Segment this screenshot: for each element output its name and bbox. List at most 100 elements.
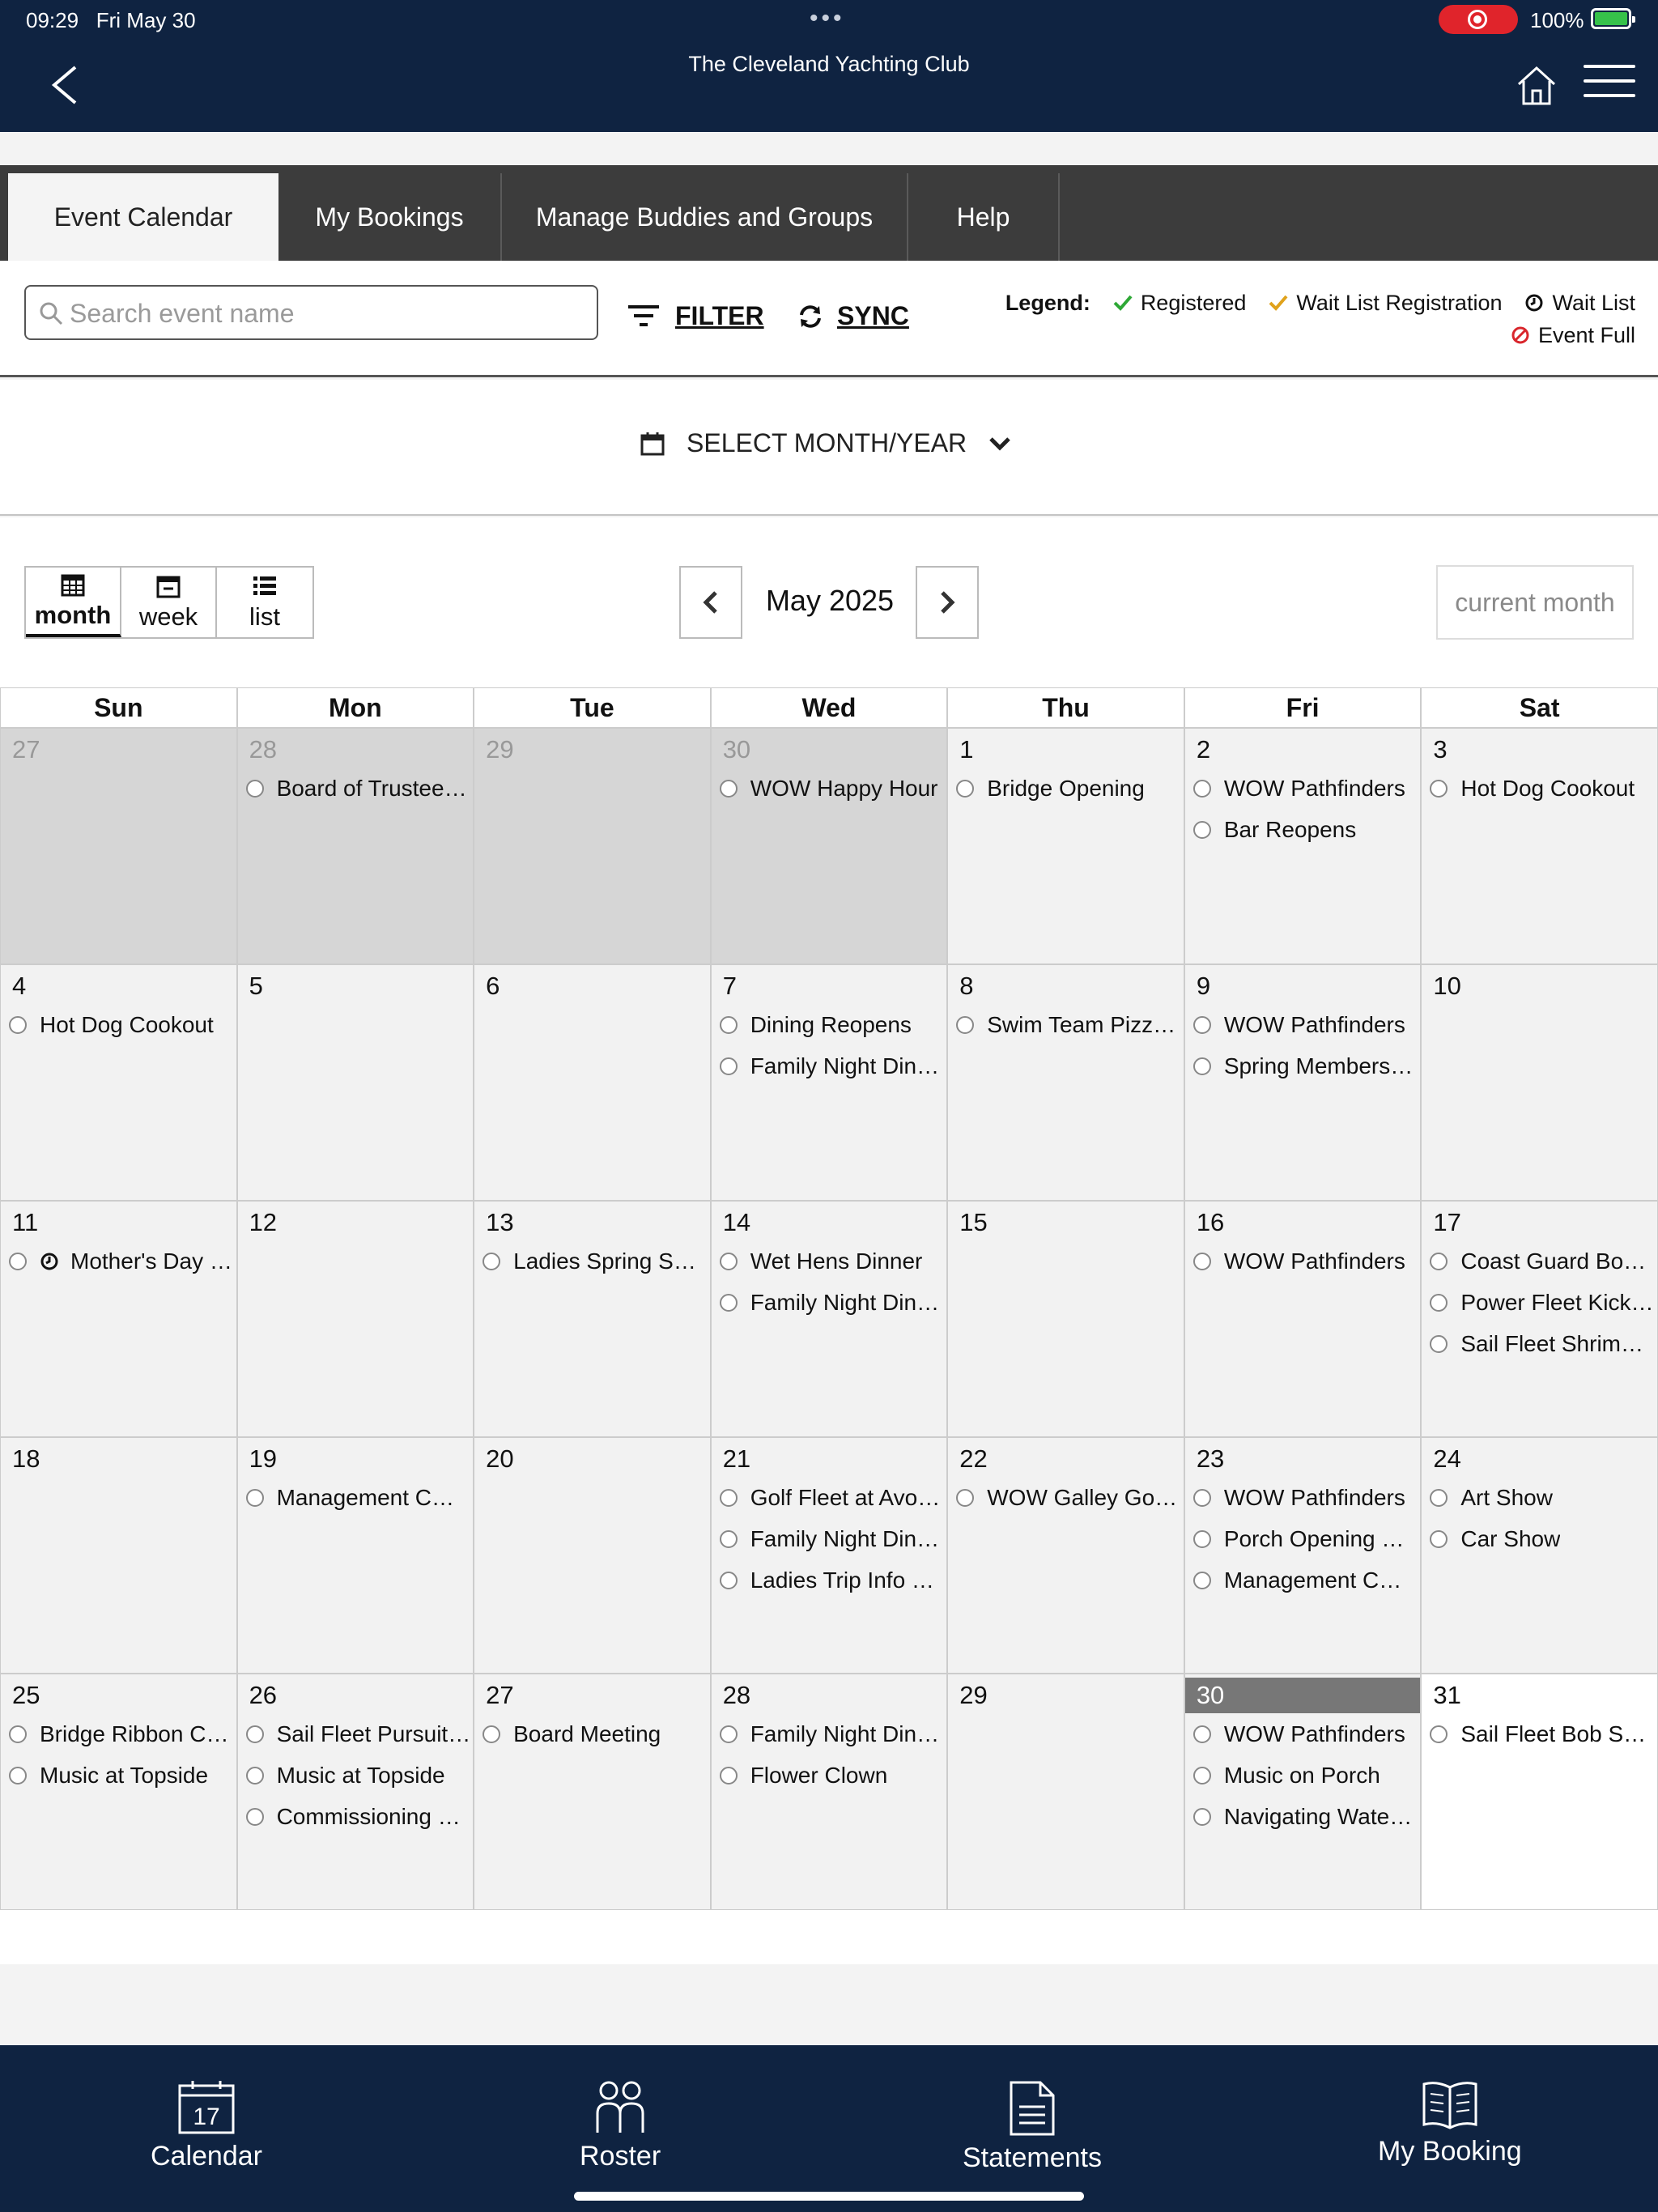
- calendar-day-cell[interactable]: 6: [474, 964, 711, 1201]
- calendar-day-cell[interactable]: 31 Sail Fleet Bob Schmidt: [1421, 1674, 1658, 1910]
- view-week-button[interactable]: week: [121, 568, 217, 637]
- calendar-day-cell[interactable]: 29: [947, 1674, 1184, 1910]
- calendar-day-cell[interactable]: 7 Dining Reopens Family Night Dinner: [710, 964, 948, 1201]
- calendar-event[interactable]: Bridge Opening: [948, 768, 1184, 809]
- calendar-day-cell[interactable]: 20: [474, 1437, 711, 1674]
- bottom-nav-calendar[interactable]: 17 Calendar: [151, 2079, 262, 2172]
- calendar-event[interactable]: Bar Reopens: [1185, 809, 1421, 850]
- home-button[interactable]: [1514, 63, 1559, 108]
- calendar-day-cell[interactable]: 12: [236, 1201, 474, 1437]
- calendar-day-cell[interactable]: 1 Bridge Opening: [947, 728, 1184, 964]
- calendar-day-cell[interactable]: 28 Family Night Dinner Flower Clown: [710, 1674, 948, 1910]
- calendar-day-cell[interactable]: 10: [1421, 964, 1658, 1201]
- calendar-event[interactable]: Sail Fleet Shrimp Boil: [1422, 1323, 1657, 1364]
- month-year-select[interactable]: SELECT MONTH/YEAR: [640, 428, 1012, 458]
- calendar-day-cell[interactable]: 30 WOW Pathfinders Music on Porch Navigatin…: [1184, 1674, 1422, 1910]
- calendar-day-cell[interactable]: 18: [0, 1437, 237, 1674]
- calendar-event[interactable]: Management Cmte Meeting: [1185, 1559, 1421, 1601]
- calendar-event[interactable]: Ladies Spring Social: [474, 1240, 710, 1282]
- calendar-event[interactable]: Hot Dog Cookout: [1422, 768, 1657, 809]
- calendar-day-cell[interactable]: 4 Hot Dog Cookout: [0, 964, 237, 1201]
- calendar-event[interactable]: Golf Fleet at Avon Oaks: [712, 1477, 947, 1518]
- calendar-event[interactable]: Car Show: [1422, 1518, 1657, 1559]
- current-month-button[interactable]: current month: [1436, 565, 1634, 640]
- calendar-event[interactable]: Swim Team Pizza Party: [948, 1004, 1184, 1045]
- calendar-event[interactable]: Flower Clown: [712, 1755, 947, 1796]
- prev-month-button[interactable]: [679, 566, 742, 639]
- calendar-day-cell[interactable]: 27 Board Meeting: [474, 1674, 711, 1910]
- calendar-event[interactable]: Sail Fleet Bob Schmidt: [1422, 1713, 1657, 1755]
- calendar-event[interactable]: Art Show: [1422, 1477, 1657, 1518]
- calendar-day-cell[interactable]: 8 Swim Team Pizza Party: [947, 964, 1184, 1201]
- calendar-event[interactable]: WOW Pathfinders: [1185, 1004, 1421, 1045]
- tab-help[interactable]: Help: [908, 173, 1060, 261]
- calendar-day-cell[interactable]: 19 Management Cmte Meeting: [236, 1437, 474, 1674]
- calendar-event[interactable]: Family Night Dinner: [712, 1518, 947, 1559]
- calendar-day-cell[interactable]: 9 WOW Pathfinders Spring Membership Party: [1184, 964, 1422, 1201]
- calendar-day-cell[interactable]: 5: [236, 964, 474, 1201]
- next-month-button[interactable]: [916, 566, 979, 639]
- filter-button[interactable]: FILTER: [627, 301, 764, 331]
- home-indicator[interactable]: [574, 2192, 1084, 2201]
- calendar-day-cell[interactable]: 26 Sail Fleet Pursuit Race Music at Topsid…: [236, 1674, 474, 1910]
- calendar-day-cell[interactable]: 14 Wet Hens Dinner Family Night Dinner: [710, 1201, 948, 1437]
- multitask-dots-icon[interactable]: •••: [810, 5, 845, 32]
- calendar-event[interactable]: Family Night Dinner: [712, 1713, 947, 1755]
- calendar-event[interactable]: WOW Pathfinders: [1185, 1713, 1421, 1755]
- calendar-event[interactable]: Porch Opening Party: [1185, 1518, 1421, 1559]
- calendar-day-cell[interactable]: 2 WOW Pathfinders Bar Reopens: [1184, 728, 1422, 964]
- tab-my-bookings[interactable]: My Bookings: [278, 173, 502, 261]
- calendar-event[interactable]: Music on Porch: [1185, 1755, 1421, 1796]
- calendar-event[interactable]: Family Night Dinner: [712, 1045, 947, 1087]
- bottom-nav-my-booking[interactable]: My Booking: [1378, 2079, 1522, 2167]
- calendar-event[interactable]: Board Meeting: [474, 1713, 710, 1755]
- event-status-radio-icon: [1192, 1725, 1211, 1743]
- calendar-event[interactable]: Music at Topside: [1, 1755, 236, 1796]
- calendar-event[interactable]: Coast Guard Boat Inspection: [1422, 1240, 1657, 1282]
- bottom-nav-roster[interactable]: Roster: [580, 2079, 661, 2172]
- calendar-event[interactable]: WOW Galley Gourmet: [948, 1477, 1184, 1518]
- tab-manage-buddies[interactable]: Manage Buddies and Groups: [502, 173, 908, 261]
- calendar-event[interactable]: Board of Trustees Meeting: [238, 768, 474, 809]
- calendar-day-cell[interactable]: 24 Art Show Car Show: [1421, 1437, 1658, 1674]
- search-input[interactable]: [70, 293, 588, 334]
- calendar-event[interactable]: WOW Happy Hour: [712, 768, 947, 809]
- calendar-day-cell[interactable]: 27: [0, 728, 237, 964]
- calendar-day-cell[interactable]: 16 WOW Pathfinders: [1184, 1201, 1422, 1437]
- calendar-event[interactable]: WOW Pathfinders: [1185, 1477, 1421, 1518]
- calendar-day-cell[interactable]: 28 Board of Trustees Meeting: [236, 728, 474, 964]
- calendar-event[interactable]: Navigating Waterways: [1185, 1796, 1421, 1837]
- sync-button[interactable]: SYNC: [798, 301, 909, 331]
- calendar-event[interactable]: Power Fleet Kick Off: [1422, 1282, 1657, 1323]
- tab-event-calendar[interactable]: Event Calendar: [8, 173, 278, 261]
- view-list-button[interactable]: list: [217, 568, 312, 637]
- bottom-nav-statements[interactable]: Statements: [963, 2079, 1102, 2174]
- calendar-day-cell[interactable]: 23 WOW Pathfinders Porch Opening Party Mana…: [1184, 1437, 1422, 1674]
- view-month-button[interactable]: month: [26, 568, 121, 637]
- calendar-day-cell[interactable]: 3 Hot Dog Cookout: [1421, 728, 1658, 964]
- calendar-event[interactable]: Family Night Dinner: [712, 1282, 947, 1323]
- calendar-event[interactable]: Management Cmte Meeting: [238, 1477, 474, 1518]
- calendar-event[interactable]: Dining Reopens: [712, 1004, 947, 1045]
- calendar-event[interactable]: Sail Fleet Pursuit Race: [238, 1713, 474, 1755]
- calendar-event[interactable]: WOW Pathfinders: [1185, 768, 1421, 809]
- calendar-day-cell[interactable]: 13 Ladies Spring Social: [474, 1201, 711, 1437]
- calendar-day-cell[interactable]: 25Bridge Ribbon Cutting Music at Topside: [0, 1674, 237, 1910]
- calendar-event[interactable]: Music at Topside: [238, 1755, 474, 1796]
- calendar-event[interactable]: Wet Hens Dinner: [712, 1240, 947, 1282]
- calendar-day-cell[interactable]: 21 Golf Fleet at Avon Oaks Family Night Di…: [710, 1437, 948, 1674]
- calendar-event[interactable]: Spring Membership Party: [1185, 1045, 1421, 1087]
- calendar-event[interactable]: Hot Dog Cookout: [1, 1004, 236, 1045]
- calendar-day-cell[interactable]: 22 WOW Galley Gourmet: [947, 1437, 1184, 1674]
- calendar-day-cell[interactable]: 17 Coast Guard Boat Inspection Power Fleet…: [1421, 1201, 1658, 1437]
- calendar-day-cell[interactable]: 30 WOW Happy Hour: [710, 728, 948, 964]
- calendar-day-cell[interactable]: 29: [474, 728, 711, 964]
- calendar-event[interactable]: Ladies Trip Info Session: [712, 1559, 947, 1601]
- hamburger-menu-button[interactable]: [1584, 65, 1635, 105]
- calendar-event[interactable]: WOW Pathfinders: [1185, 1240, 1421, 1282]
- calendar-event[interactable]: Mother's Day Brunch: [1, 1240, 236, 1282]
- calendar-day-cell[interactable]: 11 Mother's Day Brunch: [0, 1201, 237, 1437]
- calendar-event[interactable]: Commissioning Ceremony: [238, 1796, 474, 1837]
- calendar-day-cell[interactable]: 15: [947, 1201, 1184, 1437]
- calendar-event[interactable]: Bridge Ribbon Cutting: [1, 1713, 236, 1755]
